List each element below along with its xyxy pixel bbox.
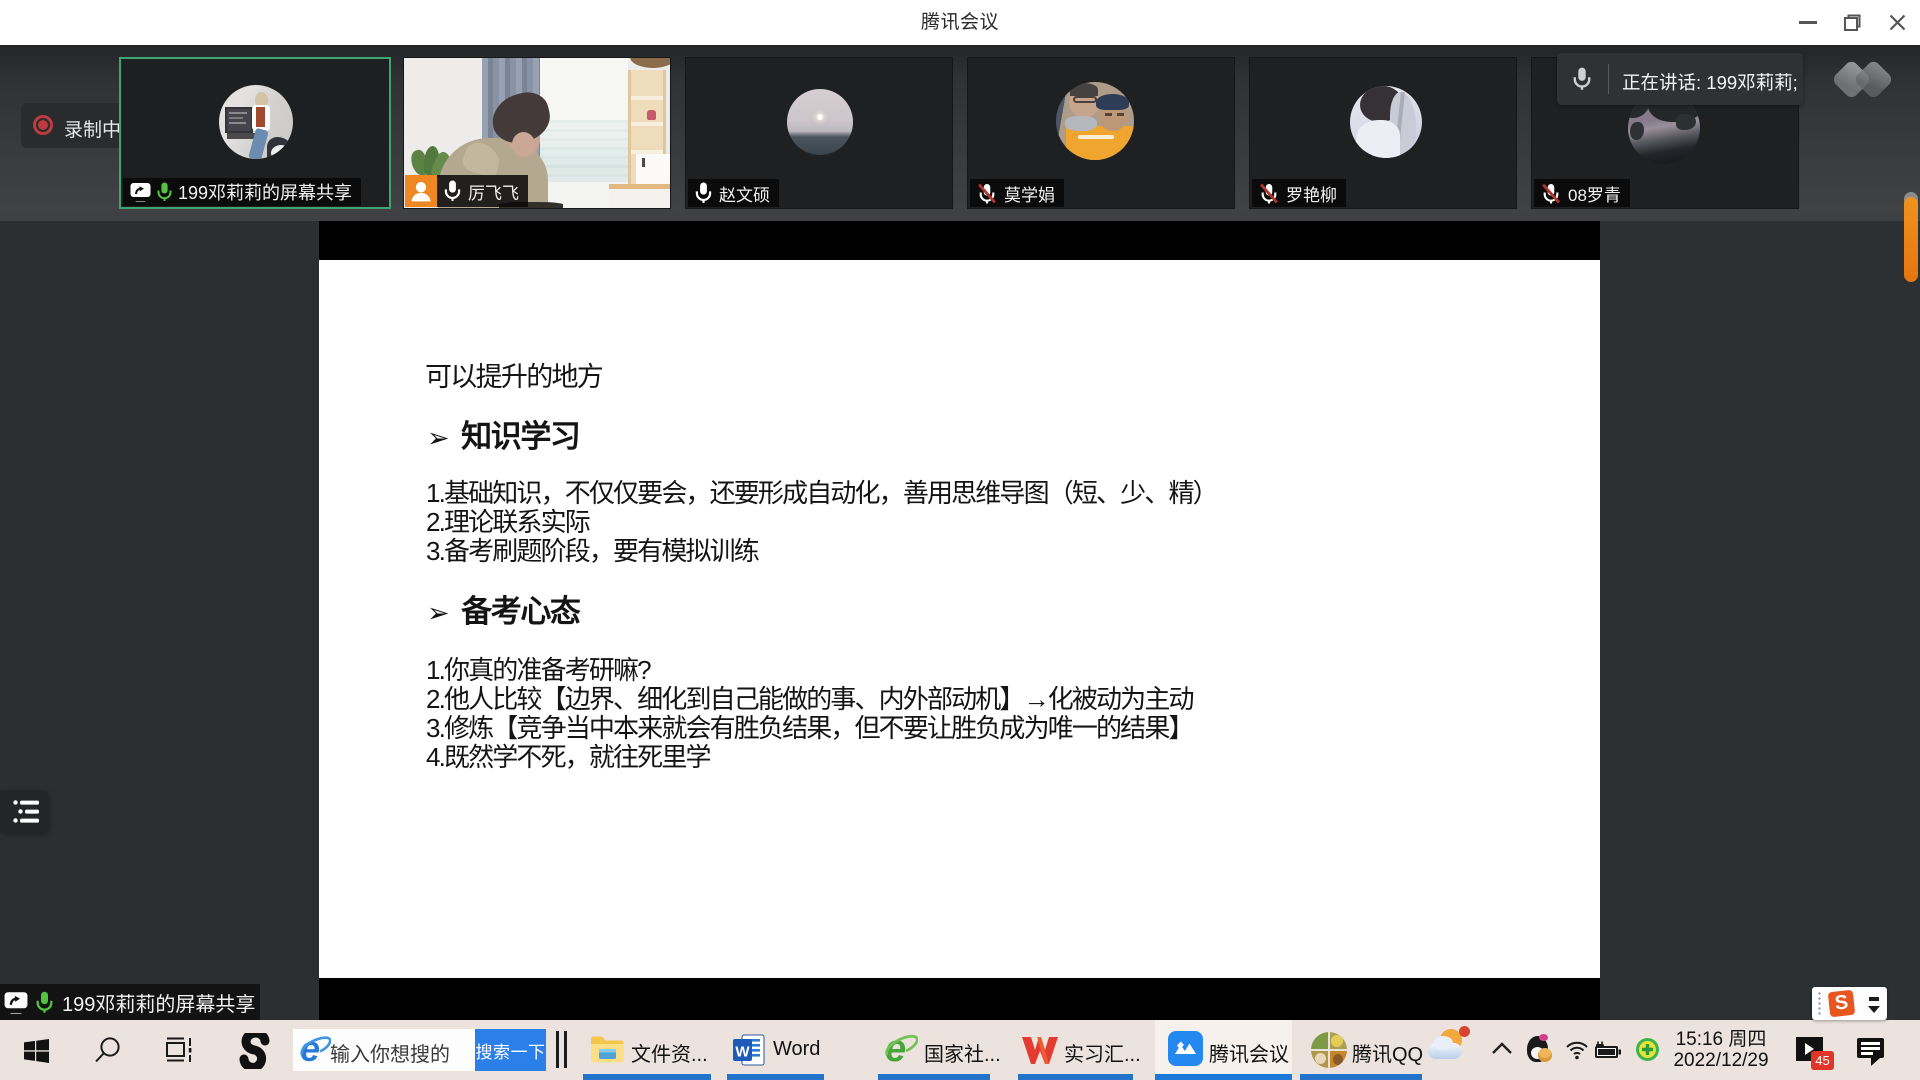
svg-text:W: W (735, 1044, 750, 1061)
